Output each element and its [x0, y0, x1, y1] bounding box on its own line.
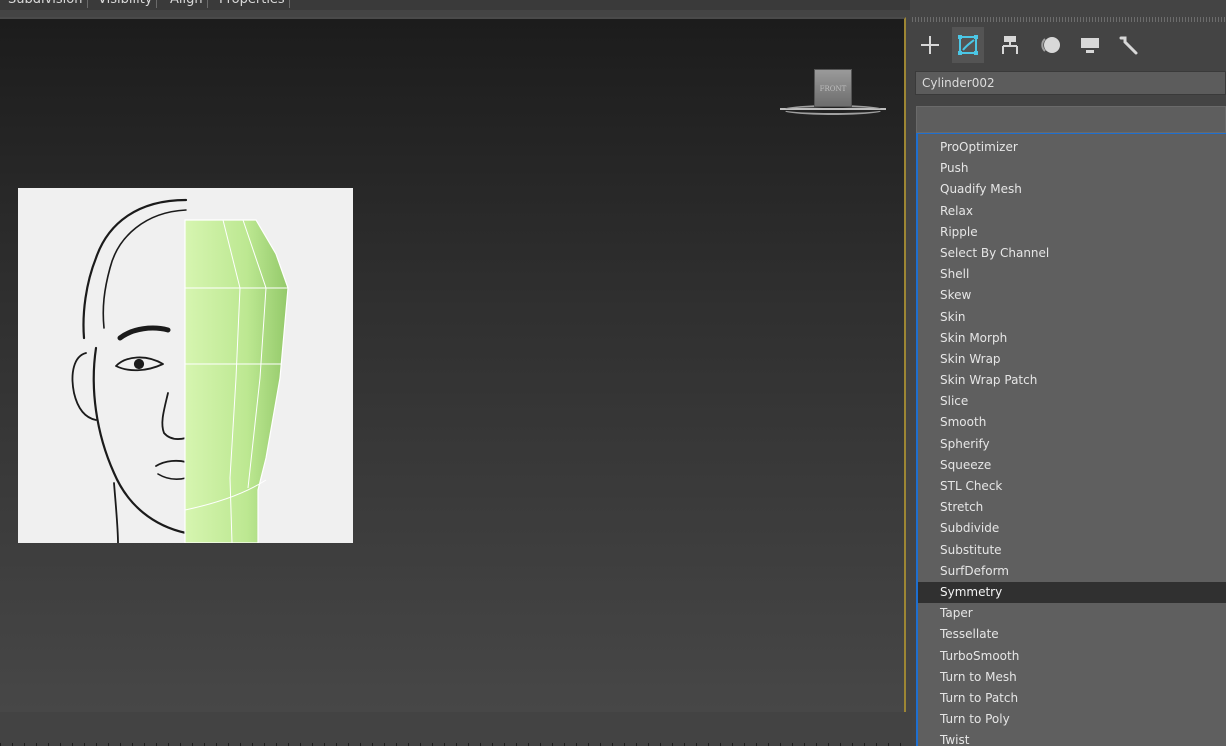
modifier-list-item[interactable]: TurboSmooth — [918, 646, 1226, 667]
timeline-strip[interactable] — [0, 712, 912, 746]
hair-inner-line — [102, 209, 187, 329]
modifier-list-item[interactable]: Subdivide — [918, 518, 1226, 539]
modifier-list-item[interactable]: Turn to Mesh — [918, 667, 1226, 688]
ribbon-tab-align[interactable]: Align — [166, 0, 208, 8]
modifier-list-item[interactable]: Stretch — [918, 497, 1226, 518]
modifier-list: ProOptimizer Push Quadify Mesh Relax Ripple S… — [918, 134, 1226, 746]
half-head-mesh — [184, 219, 289, 544]
tab-utilities[interactable] — [1112, 27, 1144, 63]
ribbon-tab-visibility[interactable]: Visibility — [94, 0, 158, 8]
motion-icon — [1041, 37, 1060, 53]
object-name-field[interactable]: Cylinder002 — [915, 71, 1226, 95]
eyebrow — [117, 325, 171, 341]
modifier-list-item[interactable]: Turn to Patch — [918, 688, 1226, 709]
display-monitor-icon — [1081, 38, 1099, 53]
modifier-list-item[interactable]: Skin Wrap Patch — [918, 370, 1226, 391]
ribbon-tab-properties[interactable]: Properties — [215, 0, 290, 8]
modifier-list-item[interactable]: Taper — [918, 603, 1226, 624]
tab-hierarchy[interactable] — [994, 27, 1026, 63]
neck-line — [113, 482, 119, 544]
modifier-list-item[interactable]: Relax — [918, 201, 1226, 222]
viewcube[interactable]: FRONT — [780, 67, 886, 119]
nose — [161, 392, 187, 441]
face-sketch — [71, 198, 289, 544]
modifier-list-dropdown[interactable]: ProOptimizer Push Quadify Mesh Relax Ripple S… — [916, 133, 1226, 746]
modifier-list-item[interactable]: Smooth — [918, 412, 1226, 433]
panel-grip[interactable] — [912, 17, 1226, 22]
modifier-list-item[interactable]: Symmetry — [918, 581, 1226, 604]
hierarchy-icon — [1002, 36, 1018, 54]
modifier-list-combo[interactable] — [916, 106, 1226, 133]
modify-bend-icon — [958, 35, 978, 55]
modifier-list-item[interactable]: Shell — [918, 264, 1226, 285]
viewcube-front-face[interactable]: FRONT — [814, 69, 852, 107]
ear-left — [71, 352, 97, 421]
mouth-lower — [157, 473, 187, 480]
modifier-list-item[interactable]: SurfDeform — [918, 561, 1226, 582]
mouth-upper — [155, 459, 187, 467]
hair-outline — [82, 198, 188, 340]
modifier-list-item[interactable]: Quadify Mesh — [918, 179, 1226, 200]
pupil — [133, 358, 145, 370]
modifier-list-item[interactable]: Tessellate — [918, 624, 1226, 645]
modifier-list-item[interactable]: STL Check — [918, 476, 1226, 497]
modifier-list-item[interactable]: Substitute — [918, 540, 1226, 561]
ribbon-tab-subdivision[interactable]: Subdivision — [4, 0, 88, 8]
command-panel-tabs — [912, 27, 1226, 63]
modifier-list-item[interactable]: Skin — [918, 307, 1226, 328]
tab-modify[interactable] — [952, 27, 984, 63]
modifier-list-item[interactable]: ProOptimizer — [918, 137, 1226, 158]
modifier-list-item[interactable]: Skin Morph — [918, 328, 1226, 349]
modifier-list-item[interactable]: Twist — [918, 730, 1226, 746]
modifier-list-item[interactable]: Skew — [918, 285, 1226, 306]
wrench-icon — [1119, 36, 1138, 55]
ribbon-tab-strip: Subdivision Visibility Align Properties — [0, 0, 910, 10]
modifier-list-item[interactable]: Push — [918, 158, 1226, 179]
tab-create[interactable] — [914, 27, 946, 63]
modifier-list-item[interactable]: Squeeze — [918, 455, 1226, 476]
tab-motion[interactable] — [1034, 27, 1066, 63]
modifier-list-item[interactable]: Spherify — [918, 434, 1226, 455]
tab-display[interactable] — [1074, 27, 1106, 63]
reference-image-plane[interactable] — [18, 188, 353, 544]
plus-icon — [921, 36, 939, 54]
modifier-list-item[interactable]: Skin Wrap — [918, 349, 1226, 370]
modifier-list-item[interactable]: Select By Channel — [918, 243, 1226, 264]
modifier-list-item[interactable]: Slice — [918, 391, 1226, 412]
modifier-list-item[interactable]: Ripple — [918, 222, 1226, 243]
face-contour — [92, 346, 188, 535]
modifier-list-item[interactable]: Turn to Poly — [918, 709, 1226, 730]
front-viewport[interactable]: FRONT — [0, 17, 906, 714]
